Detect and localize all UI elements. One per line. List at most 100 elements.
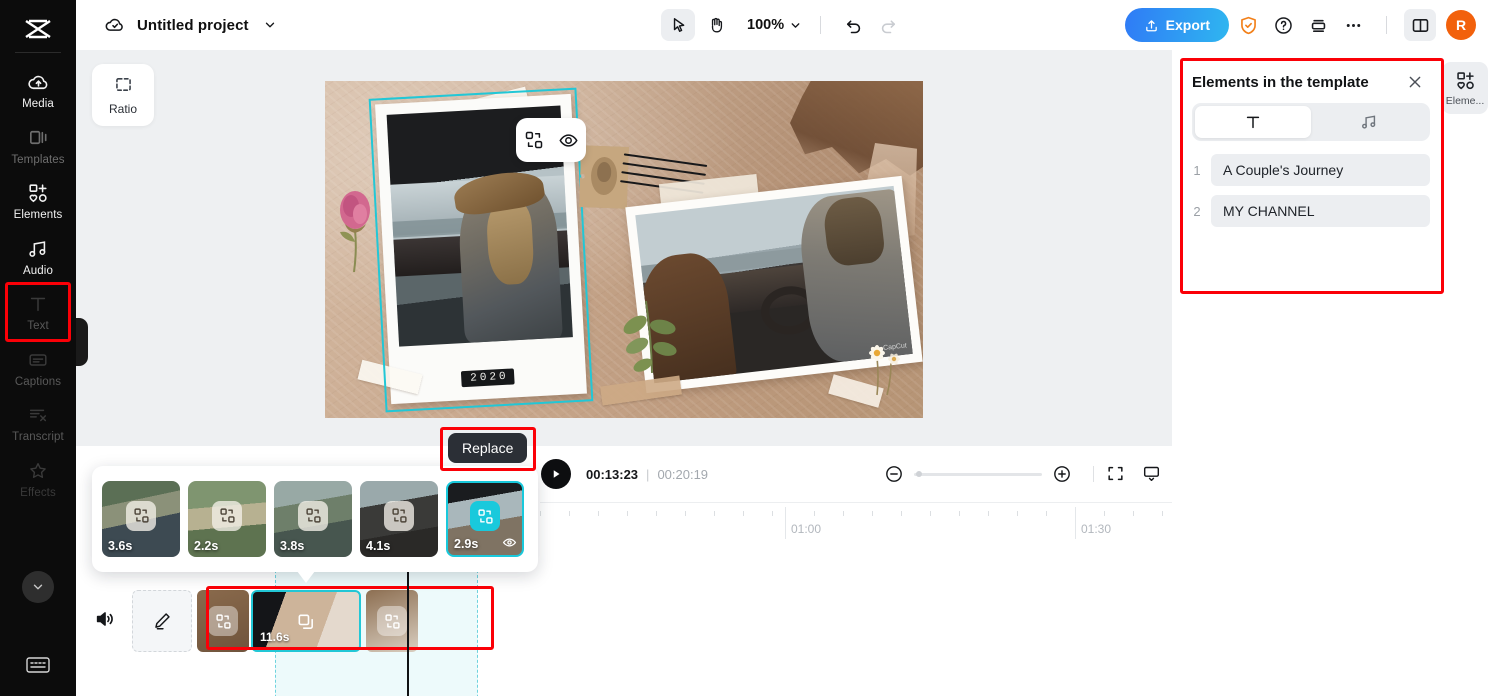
minus-circle-icon[interactable] xyxy=(884,464,904,484)
ratio-label: Ratio xyxy=(108,102,137,116)
replace-media-icon[interactable] xyxy=(208,606,238,636)
eye-icon[interactable] xyxy=(502,535,517,550)
daisy-decoration xyxy=(861,333,907,397)
timeline-clip[interactable] xyxy=(197,590,249,652)
zoom-level-selector[interactable]: 100% xyxy=(747,17,802,33)
clip-filmstrip-popup: 3.6s 2.2s 3.8s 4.1s 2.9s xyxy=(92,466,538,583)
thumbnail-duration: 2.2s xyxy=(194,539,219,553)
replace-media-icon[interactable] xyxy=(377,606,407,636)
sidebar-collapse-button[interactable] xyxy=(22,571,54,603)
copy-icon[interactable] xyxy=(296,612,316,632)
replace-media-icon[interactable] xyxy=(522,128,546,152)
filmstrip-thumbnail[interactable]: 2.2s xyxy=(188,481,266,557)
sidebar-item-media[interactable]: Media xyxy=(3,61,73,117)
keyboard-icon[interactable] xyxy=(24,654,52,676)
pen-edit-icon xyxy=(155,613,170,630)
sidebar-item-label: Captions xyxy=(14,375,62,388)
split-layout-icon[interactable] xyxy=(1404,9,1436,41)
crop-ratio-icon xyxy=(115,78,131,91)
sidebar-item-elements[interactable]: Elements xyxy=(3,172,73,228)
printer-icon[interactable] xyxy=(1302,9,1334,41)
sidebar-item-captions[interactable]: Captions xyxy=(3,339,73,395)
ratio-button[interactable]: Ratio xyxy=(92,64,154,126)
upload-icon xyxy=(1145,19,1157,31)
replace-media-icon[interactable] xyxy=(298,500,328,531)
play-button[interactable] xyxy=(541,459,571,489)
sidebar-item-effects[interactable]: Effects xyxy=(3,450,73,506)
undo-arrow-icon[interactable] xyxy=(839,10,869,40)
shield-check-icon[interactable] xyxy=(1232,9,1264,41)
sidebar-item-audio[interactable]: Audio xyxy=(3,228,73,284)
panel-tab-group xyxy=(1192,103,1430,141)
popup-pointer xyxy=(297,571,315,583)
eye-icon[interactable] xyxy=(557,128,581,152)
transcript-icon xyxy=(26,403,50,427)
clip-duration: 11.6s xyxy=(260,630,290,644)
sidebar-item-label: Media xyxy=(22,98,54,110)
thumbnail-duration: 3.8s xyxy=(280,539,305,553)
close-x-icon[interactable] xyxy=(1406,73,1424,91)
plus-circle-icon[interactable] xyxy=(1052,464,1072,484)
hand-icon[interactable] xyxy=(699,9,733,41)
replace-media-icon[interactable] xyxy=(384,500,414,531)
preview-stage: Ratio 2020 CapCut xyxy=(76,50,1172,446)
canvas-floating-toolbar xyxy=(516,118,586,162)
capcut-logo-icon[interactable] xyxy=(16,12,60,46)
elements-icon xyxy=(26,181,50,205)
monitor-dropdown-icon[interactable] xyxy=(1142,464,1162,484)
captions-icon xyxy=(26,348,50,372)
dock-button-elements[interactable]: Eleme... xyxy=(1442,62,1488,114)
replace-media-icon[interactable] xyxy=(126,500,156,531)
list-item: 1 A Couple's Journey xyxy=(1192,154,1430,186)
filmstrip-thumbnail[interactable]: 3.6s xyxy=(102,481,180,557)
avatar[interactable]: R xyxy=(1446,10,1476,40)
music-note-icon xyxy=(26,237,50,261)
polaroid-year-label: 2020 xyxy=(460,368,516,388)
fullscreen-icon[interactable] xyxy=(1106,464,1126,484)
element-list: 1 A Couple's Journey 2 MY CHANNEL xyxy=(1182,154,1440,227)
export-button[interactable]: Export xyxy=(1124,8,1229,42)
tab-audio[interactable] xyxy=(1311,106,1427,138)
more-horizontal-icon[interactable] xyxy=(1337,9,1369,41)
music-note-icon xyxy=(1362,115,1376,129)
project-title-group[interactable]: Untitled project xyxy=(76,14,278,36)
thumbnail-duration: 3.6s xyxy=(108,539,133,553)
chevron-down-icon[interactable] xyxy=(262,17,278,33)
speaker-icon[interactable] xyxy=(94,608,118,632)
text-element-row[interactable]: A Couple's Journey xyxy=(1211,154,1430,186)
timeline-zoom-slider[interactable] xyxy=(914,471,1042,477)
replace-tooltip: Replace xyxy=(448,433,528,463)
timeline-clip[interactable] xyxy=(366,590,418,652)
question-circle-icon[interactable] xyxy=(1267,9,1299,41)
filmstrip-thumbnail[interactable]: 4.1s xyxy=(360,481,438,557)
replace-media-icon[interactable] xyxy=(212,500,242,531)
total-duration: 00:20:19 xyxy=(657,466,709,482)
text-element-row[interactable]: MY CHANNEL xyxy=(1211,195,1430,227)
timeline-playhead[interactable] xyxy=(400,553,416,696)
redo-arrow-icon xyxy=(873,10,903,40)
sidebar-item-text[interactable]: Text xyxy=(3,283,73,339)
sidebar-resize-handle[interactable] xyxy=(76,318,88,366)
playback-controls: 00:13:23 | 00:20:19 xyxy=(540,446,1172,502)
tab-text[interactable] xyxy=(1195,106,1311,138)
top-toolbar: Untitled project 100% Export R xyxy=(76,0,1494,50)
filmstrip-thumbnail-selected[interactable]: 2.9s xyxy=(446,481,524,557)
item-index: 2 xyxy=(1193,203,1201,219)
sidebar-item-transcript[interactable]: Transcript xyxy=(3,394,73,450)
sidebar-item-label: Effects xyxy=(20,486,56,499)
timeline-clip-selected[interactable]: 11.6s xyxy=(251,590,361,652)
timeline-track: 11.6s xyxy=(76,590,1494,654)
playbar-divider xyxy=(1093,466,1094,482)
timeline-ruler[interactable]: 01:00 01:30 xyxy=(540,502,1172,544)
sparkle-star-icon xyxy=(26,459,50,483)
timeline-pen-clip[interactable] xyxy=(132,590,192,652)
sidebar-item-label: Elements xyxy=(13,209,63,221)
cursor-arrow-icon[interactable] xyxy=(661,9,695,41)
replace-media-icon[interactable] xyxy=(470,501,500,532)
filmstrip-thumbnail[interactable]: 3.8s xyxy=(274,481,352,557)
play-icon xyxy=(553,470,560,478)
canvas-tools-group: 100% xyxy=(661,9,903,41)
elements-icon xyxy=(1456,71,1474,89)
sidebar-item-templates[interactable]: Templates xyxy=(3,117,73,173)
video-canvas[interactable]: 2020 CapCut xyxy=(325,81,923,418)
